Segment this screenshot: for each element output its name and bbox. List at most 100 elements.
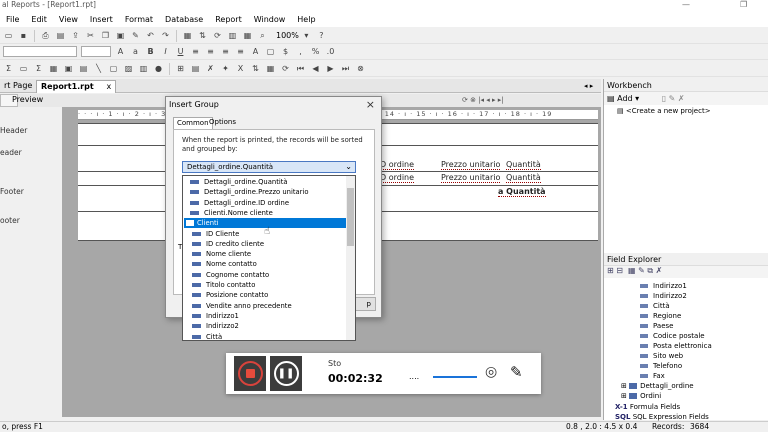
pen-icon[interactable]: ✎ <box>510 363 523 381</box>
field-detail-id-ordine[interactable]: D ordine <box>380 173 415 183</box>
chart-insert-icon[interactable]: ▥ <box>138 63 149 74</box>
field-header-prezzo[interactable]: Prezzo unitario <box>441 160 501 170</box>
tab-start-page[interactable]: rt Page <box>0 80 36 93</box>
dropdown-item[interactable]: Indirizzo2 <box>184 321 347 331</box>
menu-format[interactable]: Format <box>119 15 159 24</box>
map-insert-icon[interactable]: ● <box>153 63 164 74</box>
group-insert-icon[interactable]: ▭ <box>18 63 29 74</box>
tab-options[interactable]: Options <box>206 117 239 129</box>
select-expert-icon[interactable]: ✦ <box>220 63 231 74</box>
align-right-icon[interactable]: ≡ <box>220 46 231 57</box>
fe-field[interactable]: Posta elettronica <box>640 341 712 351</box>
chart-icon[interactable]: ▥ <box>227 30 238 41</box>
formula-icon[interactable]: ✗ <box>205 63 216 74</box>
volume-slider[interactable] <box>433 376 477 378</box>
fe-formula-fields[interactable]: X-1 Formula Fields <box>615 402 709 412</box>
menu-database[interactable]: Database <box>159 15 209 24</box>
zoom-dropdown-icon[interactable]: ▾ <box>301 30 312 41</box>
menu-edit[interactable]: Edit <box>25 15 53 24</box>
refresh-icon[interactable]: ⟳ <box>212 30 223 41</box>
fe-field[interactable]: Sito web <box>640 351 712 361</box>
dropdown-item[interactable]: Vendite anno precedente <box>184 301 347 311</box>
dropdown-item[interactable]: Posizione contatto <box>184 290 347 300</box>
dropdown-item[interactable]: ID credito cliente <box>184 239 347 249</box>
subreport-icon[interactable]: ▤ <box>78 63 89 74</box>
copy-icon[interactable]: ❐ <box>100 30 111 41</box>
decimal-icon[interactable]: .0 <box>325 46 336 57</box>
section-page-footer[interactable]: ooter <box>0 216 20 225</box>
dropdown-item[interactable]: Cognome contatto <box>184 270 347 280</box>
font-name-combo[interactable] <box>3 46 77 57</box>
dropdown-item[interactable]: Nome contatto <box>184 259 347 269</box>
fe-field[interactable]: Fax <box>640 371 712 381</box>
preview-icon[interactable]: ▤ <box>55 30 66 41</box>
page-nav-icons[interactable]: ⟳ ⊗ |◂ ◂ ▸ ▸| <box>458 94 508 107</box>
help-icon[interactable]: ? <box>316 30 327 41</box>
sort-expert-icon[interactable]: ⇅ <box>250 63 261 74</box>
align-center-icon[interactable]: ≡ <box>205 46 216 57</box>
dropdown-item[interactable]: Indirizzo1 <box>184 311 347 321</box>
field-explorer-icon[interactable]: ⊞ <box>175 63 186 74</box>
field-header-id-ordine[interactable]: D ordine <box>380 160 415 170</box>
section-report-header[interactable]: Header <box>0 126 27 135</box>
field-detail-quantita[interactable]: Quantità <box>506 173 541 183</box>
minimize-icon[interactable]: — <box>682 0 690 10</box>
zoom-value[interactable]: 100% <box>276 31 299 40</box>
stop-icon[interactable]: ⊗ <box>355 63 366 74</box>
fe-field[interactable]: Telefono <box>640 361 712 371</box>
add-dropdown-icon[interactable]: ▾ <box>635 94 639 103</box>
prev-page-icon[interactable]: ◀ <box>310 63 321 74</box>
justify-icon[interactable]: ≡ <box>235 46 246 57</box>
picture-icon[interactable]: ▨ <box>123 63 134 74</box>
grow-font-icon[interactable]: A <box>115 46 126 57</box>
font-size-combo[interactable] <box>81 46 111 57</box>
refresh-data-icon[interactable]: ⟳ <box>280 63 291 74</box>
dropdown-item[interactable]: Dettagli_ordine.Prezzo unitario <box>184 187 347 197</box>
cross-tab-icon[interactable]: ▦ <box>48 63 59 74</box>
fe-toolbar-icons[interactable]: ⊞ ⊟ ▦ ✎ ⧉ ✗ <box>607 266 662 275</box>
fe-field[interactable]: Città <box>640 301 712 311</box>
fe-field[interactable]: Paese <box>640 321 712 331</box>
tab-preview[interactable]: Preview <box>8 94 47 107</box>
undo-icon[interactable]: ↶ <box>145 30 156 41</box>
dropdown-item[interactable]: Clienti.Nome cliente <box>184 208 347 218</box>
fe-table-dettagli[interactable]: ⊞ Dettagli_ordine <box>621 381 694 391</box>
menu-file[interactable]: File <box>0 15 25 24</box>
field-header-quantita[interactable]: Quantità <box>506 160 541 170</box>
add-icon[interactable]: ▤ <box>607 94 615 103</box>
dialog-close-button[interactable]: × <box>366 98 375 111</box>
bold-icon[interactable]: B <box>145 46 156 57</box>
export-icon[interactable]: ⇪ <box>70 30 81 41</box>
section-expert-icon[interactable]: ▤ <box>190 63 201 74</box>
italic-icon[interactable]: I <box>160 46 171 57</box>
dropdown-item[interactable]: Dettagli_ordine.Quantità <box>184 177 347 187</box>
next-page-icon[interactable]: ▶ <box>325 63 336 74</box>
thousands-icon[interactable]: , <box>295 46 306 57</box>
add-button[interactable]: Add <box>617 94 633 103</box>
sort-icon[interactable]: ⇅ <box>197 30 208 41</box>
dropdown-item[interactable]: Nome cliente <box>184 249 347 259</box>
create-project-item[interactable]: ▤ <Create a new project> <box>604 105 768 115</box>
border-icon[interactable]: ▢ <box>265 46 276 57</box>
x2-icon[interactable]: X <box>235 63 246 74</box>
line-icon[interactable]: ╲ <box>93 63 104 74</box>
last-page-icon[interactable]: ⏭ <box>340 63 351 74</box>
pause-record-button[interactable]: ❚❚ <box>270 356 302 391</box>
menu-view[interactable]: View <box>53 15 84 24</box>
group-field-select[interactable]: Dettagli_ordine.Quantità ⌄ <box>182 161 356 173</box>
fe-field[interactable]: Indirizzo1 <box>640 281 712 291</box>
underline-icon[interactable]: U <box>175 46 186 57</box>
summary-icon[interactable]: Σ <box>33 63 44 74</box>
workbench-tools-icon[interactable]: ▯ ✎ ✗ <box>662 94 685 103</box>
olap-icon[interactable]: ▣ <box>63 63 74 74</box>
cut-icon[interactable]: ✂ <box>85 30 96 41</box>
menu-window[interactable]: Window <box>248 15 292 24</box>
text-object-icon[interactable]: Σ <box>3 63 14 74</box>
section-page-header[interactable]: eader <box>0 148 22 157</box>
fe-table-ordini[interactable]: ⊞ Ordini <box>621 391 694 401</box>
menu-report[interactable]: Report <box>209 15 248 24</box>
new-icon[interactable]: ▭ <box>3 30 14 41</box>
fe-field[interactable]: Codice postale <box>640 331 712 341</box>
shrink-font-icon[interactable]: a <box>130 46 141 57</box>
first-page-icon[interactable]: ⏮ <box>295 63 306 74</box>
